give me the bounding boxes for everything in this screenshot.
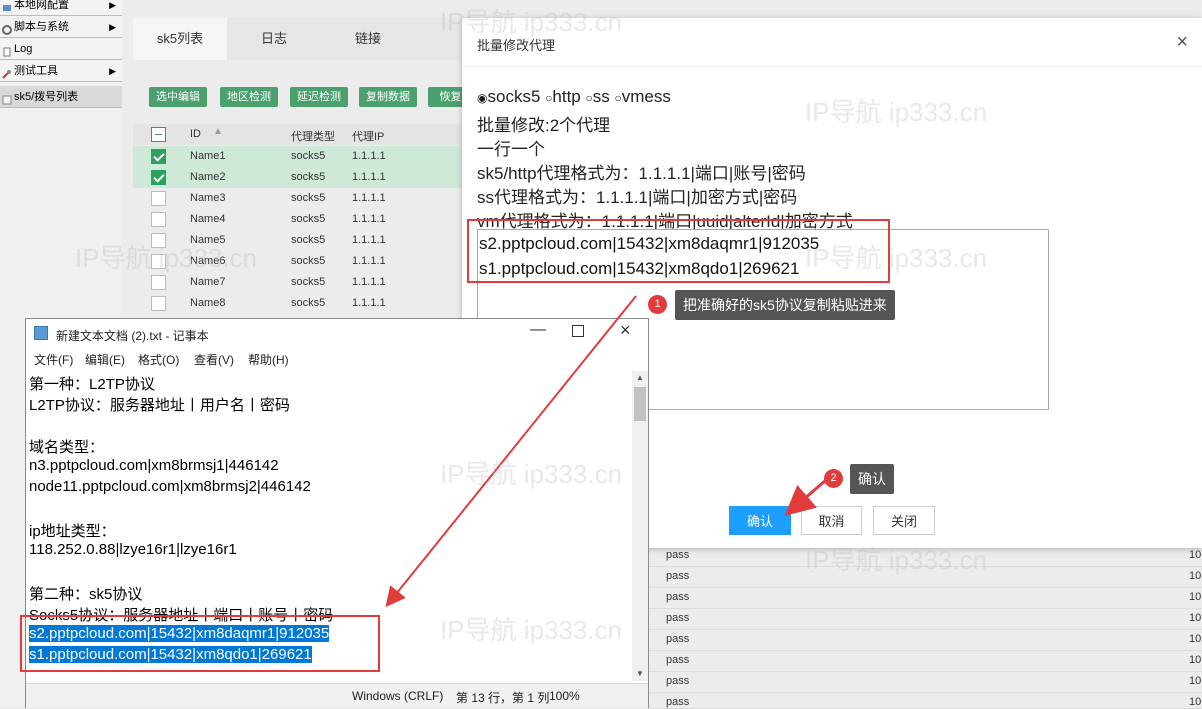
annotation-arrows (385, 295, 827, 608)
arrow-to-notepad-icon (385, 295, 637, 608)
arrow-to-confirm-icon (784, 478, 827, 516)
